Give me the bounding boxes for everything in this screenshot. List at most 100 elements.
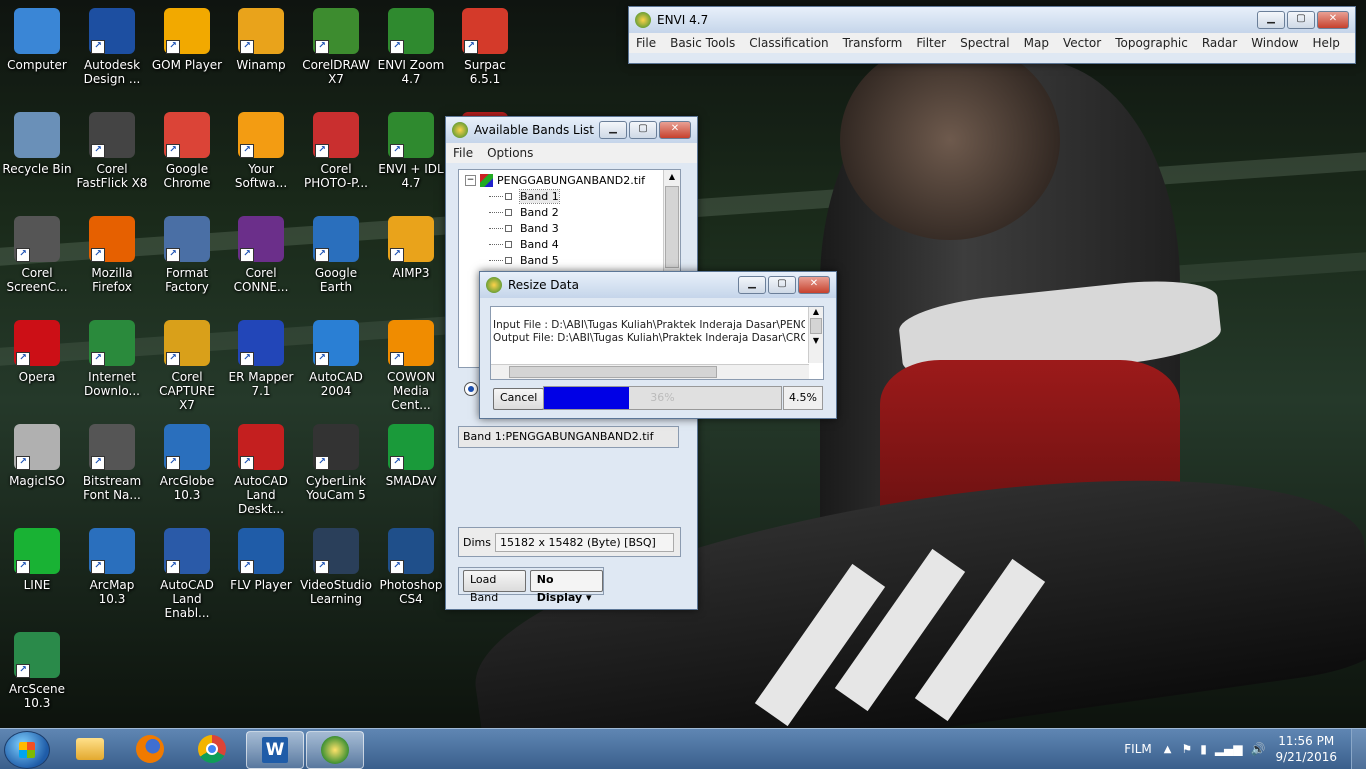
maximize-button[interactable]: ▢ — [629, 121, 657, 139]
envi-menu-file[interactable]: File — [629, 36, 663, 50]
envi-menu-transform[interactable]: Transform — [836, 36, 910, 50]
bands-menu-file[interactable]: File — [446, 146, 480, 160]
desktop-icon[interactable]: Computer — [0, 8, 74, 72]
desktop-icon[interactable]: ↗ Corel FastFlick X8 — [75, 112, 149, 190]
desktop-icon-label: AutoCAD Land Enabl... — [160, 578, 214, 620]
desktop-icon[interactable]: ↗ Opera — [0, 320, 74, 384]
language-indicator[interactable]: FILM — [1124, 742, 1151, 756]
taskbar-word[interactable]: W — [246, 731, 304, 769]
desktop-icon[interactable]: ↗ Bitstream Font Na... — [75, 424, 149, 502]
desktop-icon[interactable]: ↗ Corel ScreenC... — [0, 216, 74, 294]
shortcut-arrow-icon: ↗ — [240, 560, 254, 574]
taskbar-explorer[interactable] — [62, 731, 118, 767]
volume-icon[interactable]: 🔊 — [1251, 742, 1266, 756]
desktop-icon[interactable]: ↗ LINE — [0, 528, 74, 592]
desktop-icon[interactable]: ↗ CyberLink YouCam 5 — [299, 424, 373, 502]
envi-menu-filter[interactable]: Filter — [909, 36, 953, 50]
taskbar-chrome[interactable] — [184, 731, 240, 767]
load-panel: Load Band No Display ▾ — [458, 567, 604, 604]
desktop-icon[interactable]: ↗ Internet Downlo... — [75, 320, 149, 398]
band-item[interactable]: Band 3 — [489, 222, 559, 235]
start-button[interactable] — [4, 731, 50, 769]
flag-icon[interactable]: ⚑ — [1181, 742, 1192, 756]
desktop-icon[interactable]: ↗ Mozilla Firefox — [75, 216, 149, 294]
desktop-icon[interactable]: ↗ Photoshop CS4 — [374, 528, 448, 606]
desktop-icon[interactable]: ↗ AutoCAD Land Enabl... — [150, 528, 224, 620]
close-button[interactable]: ✕ — [1317, 11, 1349, 29]
gray-scale-radio[interactable] — [464, 382, 478, 396]
minimize-button[interactable]: ▁ — [599, 121, 627, 139]
envi-menu-basic-tools[interactable]: Basic Tools — [663, 36, 742, 50]
desktop-icon[interactable]: ↗ ENVI + IDL 4.7 — [374, 112, 448, 190]
desktop-icon[interactable]: ↗ GOM Player — [150, 8, 224, 72]
desktop-icon[interactable]: ↗ ArcMap 10.3 — [75, 528, 149, 606]
show-desktop-button[interactable] — [1351, 729, 1366, 769]
band-item[interactable]: Band 5 — [489, 254, 559, 267]
tray-overflow-icon[interactable]: ▲ — [1164, 744, 1172, 755]
desktop-icon[interactable]: ↗ CorelDRAW X7 — [299, 8, 373, 86]
desktop-icon[interactable]: ↗ Google Earth — [299, 216, 373, 294]
desktop-icon[interactable]: ↗ Surpac 6.5.1 — [448, 8, 522, 86]
close-button[interactable]: ✕ — [798, 276, 830, 294]
desktop-icon[interactable]: ↗ ENVI Zoom 4.7 — [374, 8, 448, 86]
desktop-icon[interactable]: ↗ Corel PHOTO-P... — [299, 112, 373, 190]
signal-icon[interactable]: ▂▄▆ — [1215, 742, 1243, 756]
taskbar-envi[interactable] — [306, 731, 364, 769]
desktop-icon[interactable]: ↗ Google Chrome — [150, 112, 224, 190]
desktop-icon[interactable]: ↗ MagicISO — [0, 424, 74, 488]
bands-menu-options[interactable]: Options — [480, 146, 540, 160]
cancel-button[interactable]: Cancel — [493, 388, 545, 410]
envi-menu-spectral[interactable]: Spectral — [953, 36, 1017, 50]
scrollbar-thumb[interactable] — [509, 366, 717, 378]
desktop-icon[interactable]: ↗ AIMP3 — [374, 216, 448, 280]
desktop-icon[interactable]: ↗ Corel CAPTURE X7 — [150, 320, 224, 412]
minimize-button[interactable]: ▁ — [738, 276, 766, 294]
desktop-icon[interactable]: ↗ AutoCAD 2004 — [299, 320, 373, 398]
desktop-icon[interactable]: ↗ Your Softwa... — [224, 112, 298, 190]
desktop-icon[interactable]: ↗ ER Mapper 7.1 — [224, 320, 298, 398]
desktop-icon[interactable]: ↗ SMADAV — [374, 424, 448, 488]
envi-menu-help[interactable]: Help — [1306, 36, 1347, 50]
desktop-icon-label: Recycle Bin — [2, 162, 72, 176]
scrollbar-thumb[interactable] — [665, 186, 679, 268]
envi-menu-classification[interactable]: Classification — [742, 36, 835, 50]
desktop-icon[interactable]: ↗ ArcScene 10.3 — [0, 632, 74, 710]
desktop-icon[interactable]: ↗ AutoCAD Land Deskt... — [224, 424, 298, 516]
envi-menu-window[interactable]: Window — [1244, 36, 1305, 50]
envi-title-bar[interactable]: ENVI 4.7 ▁ ▢ ✕ — [629, 7, 1355, 33]
envi-menu-radar[interactable]: Radar — [1195, 36, 1244, 50]
log-vertical-scrollbar[interactable]: ▲ ▼ — [808, 307, 823, 363]
display-select[interactable]: No Display ▾ — [529, 570, 603, 604]
load-band-button[interactable]: Load Band — [463, 570, 526, 604]
band-item[interactable]: Band 1 — [489, 189, 560, 204]
band-item[interactable]: Band 4 — [489, 238, 559, 251]
envi-menu-map[interactable]: Map — [1017, 36, 1056, 50]
shortcut-arrow-icon: ↗ — [240, 456, 254, 470]
desktop-icon[interactable]: ↗ VideoStudio Learning — [299, 528, 373, 606]
desktop-icon[interactable]: ↗ FLV Player — [224, 528, 298, 592]
band-item[interactable]: Band 2 — [489, 206, 559, 219]
desktop-icon[interactable]: ↗ Autodesk Design ... — [75, 8, 149, 86]
desktop-icon[interactable]: ↗ COWON Media Cent... — [374, 320, 448, 412]
desktop-icon[interactable]: Recycle Bin — [0, 112, 74, 176]
resize-title-bar[interactable]: Resize Data ▁ ▢ ✕ — [480, 272, 836, 298]
envi-menu-topographic[interactable]: Topographic — [1108, 36, 1195, 50]
maximize-button[interactable]: ▢ — [1287, 11, 1315, 29]
taskbar-firefox[interactable] — [122, 731, 178, 767]
minimize-button[interactable]: ▁ — [1257, 11, 1285, 29]
log-horizontal-scrollbar[interactable] — [491, 364, 809, 379]
desktop-icon[interactable]: ↗ Corel CONNE... — [224, 216, 298, 294]
bands-title-bar[interactable]: Available Bands List ▁ ▢ ✕ — [446, 117, 697, 143]
collapse-icon[interactable]: − — [465, 175, 476, 186]
desktop-icon[interactable]: ↗ Format Factory — [150, 216, 224, 294]
envi-menu-vector[interactable]: Vector — [1056, 36, 1108, 50]
resize-data-dialog[interactable]: Resize Data ▁ ▢ ✕ Input File : D:\ABI\Tu… — [479, 271, 837, 419]
desktop-icon[interactable]: ↗ ArcGlobe 10.3 — [150, 424, 224, 502]
envi-main-window[interactable]: ENVI 4.7 ▁ ▢ ✕ File Basic Tools Classifica… — [628, 6, 1356, 64]
clock[interactable]: 11:56 PM 9/21/2016 — [1275, 733, 1337, 765]
battery-icon[interactable]: ▮ — [1200, 742, 1207, 756]
band-file-name[interactable]: PENGGABUNGANBAND2.tif — [497, 174, 645, 187]
close-button[interactable]: ✕ — [659, 121, 691, 139]
desktop-icon[interactable]: ↗ Winamp — [224, 8, 298, 72]
maximize-button[interactable]: ▢ — [768, 276, 796, 294]
